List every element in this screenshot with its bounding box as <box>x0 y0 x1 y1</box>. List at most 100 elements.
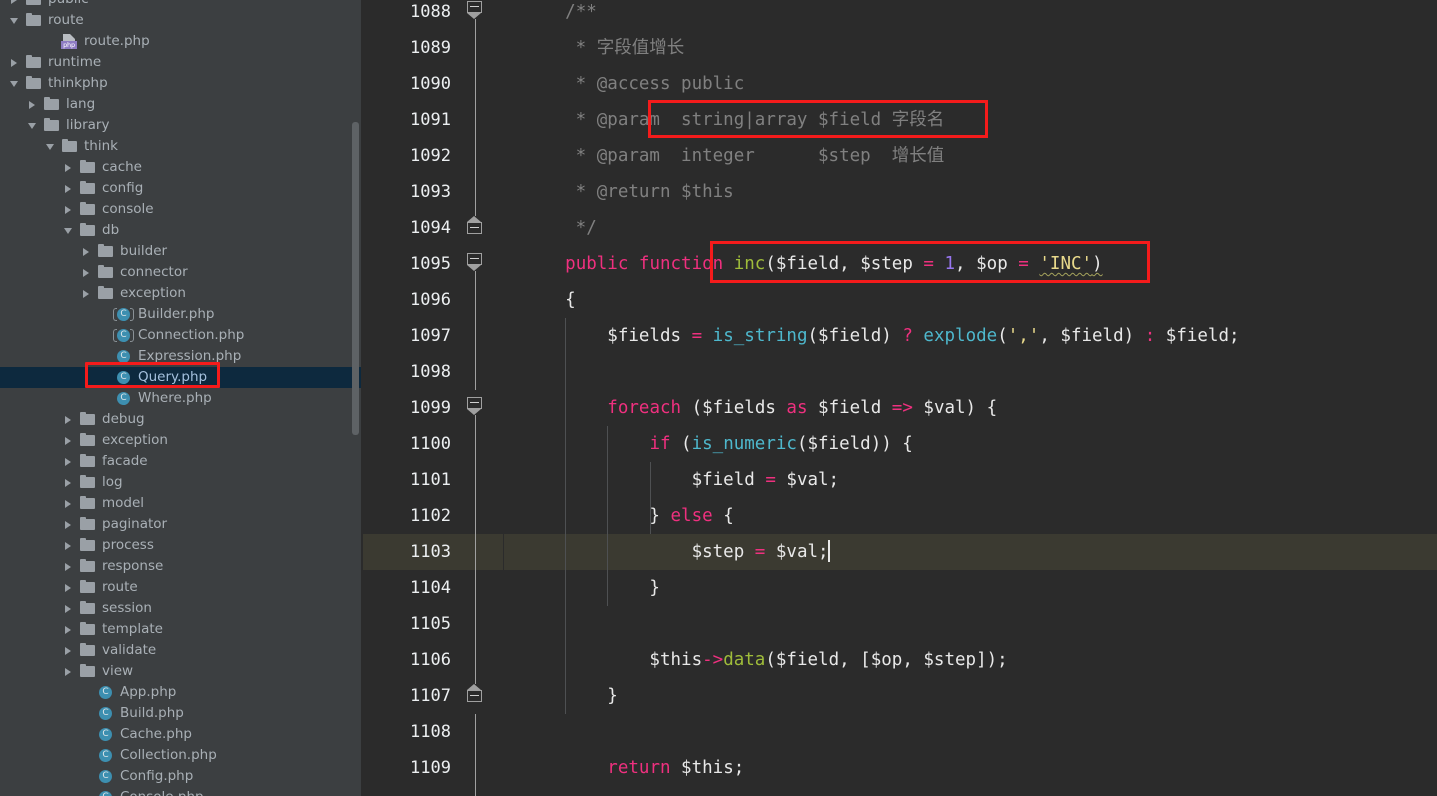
tree-file-item[interactable]: C Console.php <box>0 787 363 796</box>
code-line[interactable]: 1092 * @param integer $step 增长值 <box>363 138 1437 174</box>
chevron-right-icon[interactable] <box>26 98 39 111</box>
tree-folder-item[interactable]: validate <box>0 640 363 661</box>
tree-folder-item[interactable]: paginator <box>0 514 363 535</box>
tree-folder-item[interactable]: route <box>0 577 363 598</box>
chevron-down-icon[interactable] <box>8 14 21 27</box>
chevron-right-icon[interactable] <box>62 434 75 447</box>
code-line[interactable]: 1090 * @access public <box>363 66 1437 102</box>
tree-folder-item[interactable]: exception <box>0 283 363 304</box>
chevron-right-icon[interactable] <box>62 203 75 216</box>
chevron-down-icon[interactable] <box>26 119 39 132</box>
tree-folder-item[interactable]: session <box>0 598 363 619</box>
code-editor[interactable]: 1088 /** 1089 * 字段值增长 1090 * @access publi… <box>363 0 1437 796</box>
chevron-right-icon[interactable] <box>62 602 75 615</box>
tree-file-item[interactable]: C App.php <box>0 682 363 703</box>
code-line[interactable]: 1093 * @return $this <box>363 174 1437 210</box>
code-line[interactable]: 1097 $fields = is_string($field) ? explo… <box>363 318 1437 354</box>
chevron-right-icon[interactable] <box>62 581 75 594</box>
code-line[interactable]: 1106 $this->data($field, [$op, $step]); <box>363 642 1437 678</box>
tree-folder-item[interactable]: thinkphp <box>0 73 363 94</box>
code-line[interactable]: 1101 $field = $val; <box>363 462 1437 498</box>
code-line[interactable]: 1098 <box>363 354 1437 390</box>
tree-file-item[interactable]: C Build.php <box>0 703 363 724</box>
chevron-down-icon[interactable] <box>62 224 75 237</box>
code-text[interactable]: foreach ($fields as $field => $val) { <box>523 390 997 426</box>
tree-folder-item[interactable]: route <box>0 10 363 31</box>
tree-folder-item[interactable]: console <box>0 199 363 220</box>
code-text[interactable]: * 字段值增长 <box>523 30 685 66</box>
sidebar-scrollbar[interactable] <box>352 122 359 435</box>
project-tree-list[interactable]: public route php route.php runtime thinkphp la… <box>0 0 363 796</box>
chevron-right-icon[interactable] <box>62 518 75 531</box>
code-line[interactable]: 1100 if (is_numeric($field)) { <box>363 426 1437 462</box>
chevron-right-icon[interactable] <box>62 476 75 489</box>
tree-folder-item[interactable]: exception <box>0 430 363 451</box>
chevron-right-icon[interactable] <box>62 560 75 573</box>
code-text[interactable]: } <box>523 678 618 714</box>
code-text[interactable]: } <box>523 570 660 606</box>
tree-folder-item[interactable]: model <box>0 493 363 514</box>
chevron-right-icon[interactable] <box>62 182 75 195</box>
code-line[interactable]: 1095 public function inc($field, $step =… <box>363 246 1437 282</box>
chevron-down-icon[interactable] <box>8 77 21 90</box>
code-line[interactable]: 1088 /** <box>363 0 1437 30</box>
code-text[interactable]: if (is_numeric($field)) { <box>523 426 912 462</box>
tree-file-item[interactable]: C Collection.php <box>0 745 363 766</box>
tree-folder-item[interactable]: think <box>0 136 363 157</box>
tree-file-item[interactable]: C Builder.php <box>0 304 363 325</box>
tree-file-item[interactable]: C Connection.php <box>0 325 363 346</box>
chevron-right-icon[interactable] <box>62 497 75 510</box>
tree-folder-item[interactable]: builder <box>0 241 363 262</box>
tree-file-item[interactable]: php route.php <box>0 31 363 52</box>
code-text[interactable]: $step = $val; <box>523 534 830 570</box>
code-line[interactable]: 1109 return $this; <box>363 750 1437 786</box>
code-line[interactable]: 1107 } <box>363 678 1437 714</box>
tree-folder-item[interactable]: view <box>0 661 363 682</box>
code-text[interactable]: */ <box>523 210 597 246</box>
chevron-right-icon[interactable] <box>62 623 75 636</box>
code-line[interactable]: 1089 * 字段值增长 <box>363 30 1437 66</box>
chevron-right-icon[interactable] <box>8 56 21 69</box>
tree-folder-item[interactable]: public <box>0 0 363 10</box>
tree-file-item[interactable]: C Query.php <box>0 367 363 388</box>
tree-folder-item[interactable]: template <box>0 619 363 640</box>
tree-folder-item[interactable]: config <box>0 178 363 199</box>
code-line[interactable]: 1096 { <box>363 282 1437 318</box>
code-line[interactable]: 1104 } <box>363 570 1437 606</box>
code-line[interactable]: 1091 * @param string|array $field 字段名 <box>363 102 1437 138</box>
tree-folder-item[interactable]: facade <box>0 451 363 472</box>
code-line[interactable]: 1099 foreach ($fields as $field => $val)… <box>363 390 1437 426</box>
tree-folder-item[interactable]: cache <box>0 157 363 178</box>
chevron-right-icon[interactable] <box>62 644 75 657</box>
chevron-right-icon[interactable] <box>80 266 93 279</box>
chevron-right-icon[interactable] <box>62 413 75 426</box>
code-line[interactable]: 1102 } else { <box>363 498 1437 534</box>
code-line[interactable]: 1105 <box>363 606 1437 642</box>
chevron-right-icon[interactable] <box>62 539 75 552</box>
project-tree-sidebar[interactable]: public route php route.php runtime thinkphp la… <box>0 0 363 796</box>
code-line[interactable]: 1103 $step = $val; <box>363 534 1437 570</box>
chevron-right-icon[interactable] <box>80 245 93 258</box>
code-text[interactable]: /** <box>523 0 597 30</box>
tree-folder-item[interactable]: debug <box>0 409 363 430</box>
tree-file-item[interactable]: C Where.php <box>0 388 363 409</box>
tree-folder-item[interactable]: db <box>0 220 363 241</box>
tree-folder-item[interactable]: library <box>0 115 363 136</box>
code-line[interactable]: 1108 <box>363 714 1437 750</box>
tree-folder-item[interactable]: response <box>0 556 363 577</box>
code-lines-container[interactable]: 1088 /** 1089 * 字段值增长 1090 * @access publi… <box>363 0 1437 786</box>
chevron-right-icon[interactable] <box>62 665 75 678</box>
code-line[interactable]: 1094 */ <box>363 210 1437 246</box>
chevron-right-icon[interactable] <box>8 0 21 6</box>
chevron-right-icon[interactable] <box>62 161 75 174</box>
code-text[interactable]: * @param string|array $field 字段名 <box>523 102 945 138</box>
tree-file-item[interactable]: C Config.php <box>0 766 363 787</box>
code-text[interactable]: $fields = is_string($field) ? explode(',… <box>523 318 1239 354</box>
code-text[interactable]: * @access public <box>523 66 745 102</box>
tree-folder-item[interactable]: process <box>0 535 363 556</box>
tree-folder-item[interactable]: connector <box>0 262 363 283</box>
tree-folder-item[interactable]: log <box>0 472 363 493</box>
tree-folder-item[interactable]: runtime <box>0 52 363 73</box>
code-text[interactable]: * @param integer $step 增长值 <box>523 138 945 174</box>
tree-file-item[interactable]: C Expression.php <box>0 346 363 367</box>
